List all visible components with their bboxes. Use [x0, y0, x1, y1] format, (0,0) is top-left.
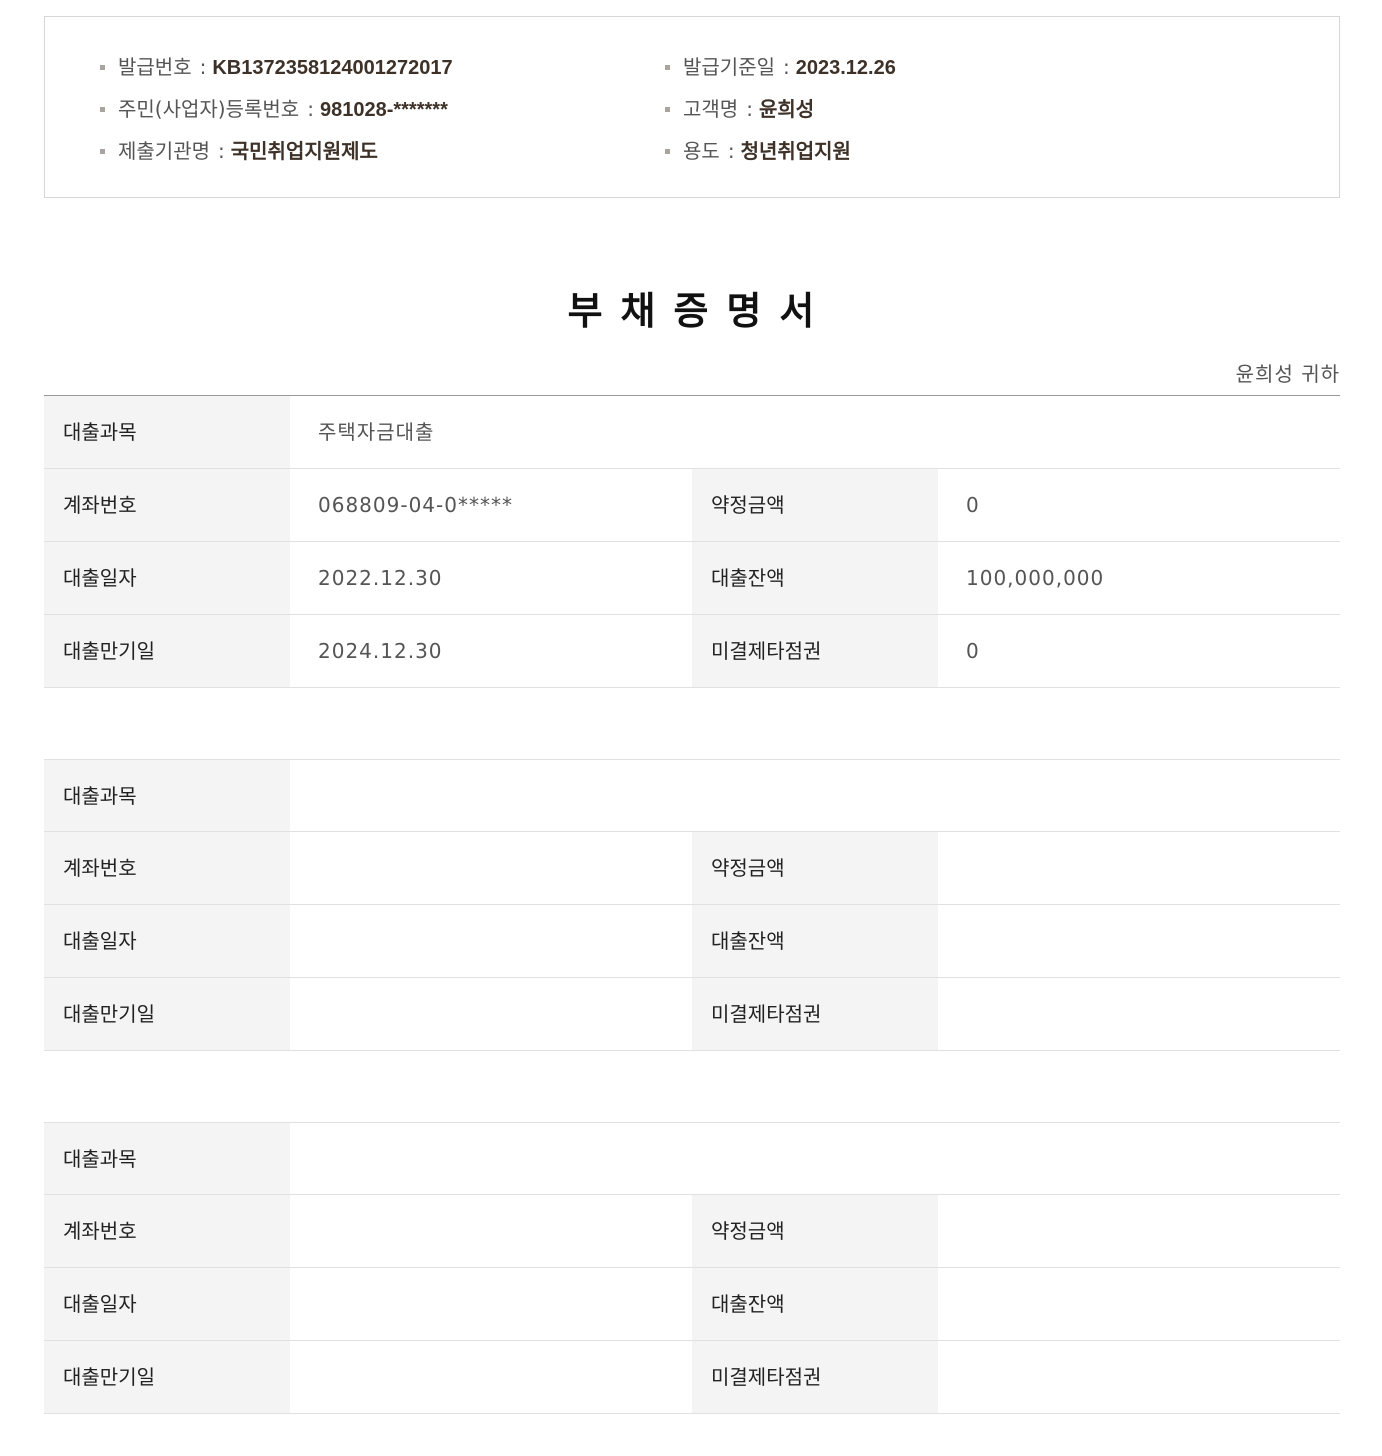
loan-type-value	[290, 1123, 1340, 1194]
issue-date-value: 2023.12.26	[795, 57, 896, 79]
registration-number-value: 981028-*******	[319, 99, 448, 121]
customer-name-value: 윤희성	[758, 99, 815, 121]
bullet-icon	[665, 65, 670, 70]
agreed-amount-value	[938, 1195, 1340, 1267]
loan-date-value	[290, 1268, 692, 1340]
loan-type-header: 대출과목	[44, 396, 290, 468]
issue-number-label: 발급번호	[118, 55, 192, 79]
loan-type-header: 대출과목	[44, 1123, 290, 1194]
maturity-date-header: 대출만기일	[44, 1341, 290, 1413]
table-row: 대출만기일 2024.12.30 미결제타점권 0	[44, 615, 1340, 688]
bullet-icon	[100, 65, 105, 70]
purpose-label: 용도	[683, 139, 720, 163]
unsettled-bills-header: 미결제타점권	[692, 978, 938, 1050]
table-row: 대출과목 주택자금대출	[44, 396, 1340, 469]
agreed-amount-value	[938, 832, 1340, 904]
account-number-header: 계좌번호	[44, 1195, 290, 1267]
loan-type-value: 주택자금대출	[318, 420, 435, 444]
account-number-header: 계좌번호	[44, 832, 290, 904]
maturity-date-value	[290, 978, 692, 1050]
account-number-value	[290, 832, 692, 904]
loan-date-value	[290, 905, 692, 977]
loan-type-header: 대출과목	[44, 760, 290, 831]
account-number-header: 계좌번호	[44, 469, 290, 541]
table-row: 대출만기일 미결제타점권	[44, 978, 1340, 1051]
maturity-date-value: 2024.12.30	[318, 639, 443, 663]
table-row: 대출과목	[44, 759, 1340, 832]
agreed-amount-header: 약정금액	[692, 469, 938, 541]
agreed-amount-header: 약정금액	[692, 1195, 938, 1267]
table-row: 계좌번호 약정금액	[44, 1195, 1340, 1268]
loan-date-header: 대출일자	[44, 542, 290, 614]
loan-balance-header: 대출잔액	[692, 542, 938, 614]
submitting-org-value: 국민취업지원제도	[230, 141, 378, 163]
table-row: 대출일자 2022.12.30 대출잔액 100,000,000	[44, 542, 1340, 615]
issue-number-value: KB137235812400127​2017	[212, 57, 453, 79]
issue-date-label: 발급기준일	[683, 55, 775, 79]
table-row: 계좌번호 약정금액	[44, 832, 1340, 905]
registration-number-label: 주민(사업자)등록번호	[118, 97, 300, 121]
customer-name-label: 고객명	[683, 97, 739, 121]
loan-date-header: 대출일자	[44, 905, 290, 977]
bullet-icon	[665, 149, 670, 154]
loan-table: 대출과목 계좌번호 약정금액 대출일자 대출잔액 대출만기일 미결제타점권	[44, 1122, 1340, 1414]
maturity-date-header: 대출만기일	[44, 615, 290, 687]
loan-balance-header: 대출잔액	[692, 1268, 938, 1340]
purpose-value: 청년취업지원	[740, 141, 851, 163]
maturity-date-header: 대출만기일	[44, 978, 290, 1050]
account-number-value	[290, 1195, 692, 1267]
bullet-icon	[100, 149, 105, 154]
document-title: 부채증명서	[567, 289, 833, 333]
unsettled-bills-value	[938, 1341, 1340, 1413]
table-row: 대출과목	[44, 1122, 1340, 1195]
agreed-amount-header: 약정금액	[692, 832, 938, 904]
loan-balance-header: 대출잔액	[692, 905, 938, 977]
account-number-value: 068809-04-0*****	[318, 493, 513, 517]
loan-date-value: 2022.12.30	[318, 566, 443, 590]
unsettled-bills-header: 미결제타점권	[692, 1341, 938, 1413]
unsettled-bills-value	[938, 978, 1340, 1050]
maturity-date-value	[290, 1341, 692, 1413]
loan-balance-value: 100,000,000	[966, 566, 1105, 590]
bullet-icon	[665, 107, 670, 112]
loan-table: 대출과목 계좌번호 약정금액 대출일자 대출잔액 대출만기일 미결제타점권	[44, 759, 1340, 1051]
issuance-info-box: 발급번호: KB137235812400127​2017 발급기준일:2023.1…	[44, 16, 1340, 198]
agreed-amount-value: 0	[966, 493, 980, 517]
table-row: 대출일자 대출잔액	[44, 905, 1340, 978]
loan-balance-value	[938, 1268, 1340, 1340]
bullet-icon	[100, 107, 105, 112]
loan-table: 대출과목 주택자금대출 계좌번호 068809-04-0***** 약정금액 0…	[44, 395, 1340, 688]
unsettled-bills-header: 미결제타점권	[692, 615, 938, 687]
loan-type-value	[290, 760, 1340, 831]
submitting-org-label: 제출기관명	[118, 139, 210, 163]
unsettled-bills-value: 0	[966, 639, 980, 663]
table-row: 대출일자 대출잔액	[44, 1268, 1340, 1341]
loan-balance-value	[938, 905, 1340, 977]
recipient: 윤희성 귀하	[1235, 362, 1340, 386]
table-row: 대출만기일 미결제타점권	[44, 1341, 1340, 1414]
table-row: 계좌번호 068809-04-0***** 약정금액 0	[44, 469, 1340, 542]
loan-date-header: 대출일자	[44, 1268, 290, 1340]
